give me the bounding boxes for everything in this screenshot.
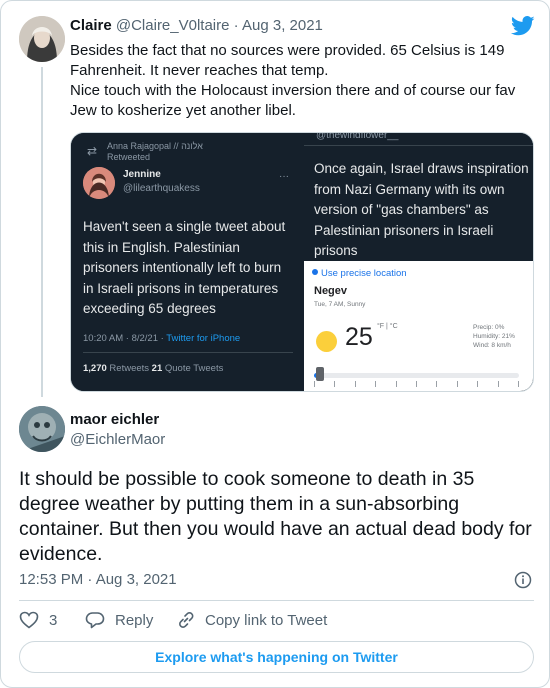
action-separator xyxy=(19,600,534,601)
inner-tweet-text: Haven't seen a single tweet about this i… xyxy=(83,219,286,316)
hour-slider-tick xyxy=(355,381,356,387)
inner-author-name: Jennine xyxy=(123,169,161,180)
hour-slider-tick xyxy=(477,381,478,387)
main-tweet-text: It should be possible to cook someone to… xyxy=(19,468,532,565)
copy-link-label: Copy link to Tweet xyxy=(205,611,328,629)
hour-slider-track xyxy=(314,373,519,378)
retweets-label: Retweets xyxy=(106,363,152,374)
maor-avatar[interactable] xyxy=(19,406,65,452)
weather-units: °F | °C xyxy=(377,323,398,330)
sun-icon xyxy=(316,331,337,352)
heart-icon xyxy=(19,611,39,629)
reply-icon xyxy=(85,612,105,629)
like-button[interactable]: 3 xyxy=(19,611,57,629)
hour-slider-tick xyxy=(334,381,335,387)
link-icon xyxy=(179,612,194,628)
weather-stats: Precip: 0% Humidity: 21% Wind: 8 km/h xyxy=(473,323,515,350)
media-left-screenshot[interactable]: ⇄ Anna Rajagopal // אלונה Retweeted Jenn… xyxy=(71,133,302,391)
hour-slider-tick xyxy=(375,381,376,387)
retweets-count: 1,270 xyxy=(83,363,107,374)
quotes-count: 21 xyxy=(151,363,163,374)
thread-connector-line xyxy=(41,67,43,397)
main-handle[interactable]: @EichlerMaor xyxy=(70,431,165,448)
parent-display-name[interactable]: Claire xyxy=(70,17,112,34)
hour-slider-tick xyxy=(396,381,397,387)
retweeter-name: Anna Rajagopal // אלונה xyxy=(107,141,203,151)
hour-slider-tick xyxy=(498,381,499,387)
main-tweet-timestamp[interactable]: 12:53 PM · Aug 3, 2021 xyxy=(19,571,177,588)
weather-precip: Precip: 0% xyxy=(473,324,505,331)
inner-time-value: 10:20 AM · 8/2/21 · xyxy=(83,333,167,344)
copy-link-button[interactable]: Copy link to Tweet xyxy=(177,611,327,629)
inner-client: Twitter for iPhone xyxy=(166,333,241,344)
weather-wind: Wind: 8 km/h xyxy=(473,342,511,349)
like-count: 3 xyxy=(49,611,58,629)
precise-location-link: Use precise location xyxy=(312,268,407,279)
right-divider xyxy=(304,145,533,146)
retweeted-label: Retweeted xyxy=(107,152,151,162)
hour-slider-tick xyxy=(416,381,417,387)
info-icon[interactable] xyxy=(514,571,532,589)
embedded-tweet-card: Claire @Claire_V0ltaire · Aug 3, 2021 Be… xyxy=(0,0,550,688)
quotes-label: Quote Tweets xyxy=(162,363,224,374)
hour-slider-ticks xyxy=(314,381,519,389)
weather-subtitle: Tue, 7 AM, Sunny xyxy=(314,301,366,308)
weather-temperature: 25 xyxy=(345,323,373,351)
header-separator: · xyxy=(229,17,242,34)
parent-date[interactable]: Aug 3, 2021 xyxy=(242,17,323,34)
jennine-avatar xyxy=(83,167,115,199)
parent-tweet-header[interactable]: Claire @Claire_V0ltaire · Aug 3, 2021 xyxy=(70,17,323,34)
inner-divider xyxy=(83,352,293,353)
hour-slider-tick xyxy=(457,381,458,387)
hour-slider-tick xyxy=(518,381,519,387)
parent-handle[interactable]: @Claire_V0ltaire xyxy=(116,17,230,34)
weather-place: Negev xyxy=(314,285,348,297)
parent-tweet-text: Besides the fact that no sources were pr… xyxy=(70,42,516,119)
main-display-name[interactable]: maor eichler xyxy=(70,411,159,428)
retweeted-by: Anna Rajagopal // אלונה Retweeted xyxy=(107,141,203,163)
tweet-media-grid[interactable]: ⇄ Anna Rajagopal // אלונה Retweeted Jenn… xyxy=(70,132,534,392)
explore-twitter-button[interactable]: Explore what's happening on Twitter xyxy=(19,641,534,673)
location-dot-icon xyxy=(312,269,318,275)
weather-humidity: Humidity: 21% xyxy=(473,333,515,340)
reply-button[interactable]: Reply xyxy=(85,611,153,629)
reply-label: Reply xyxy=(115,611,154,629)
media-right-screenshot[interactable]: @thewindflower__ Once again, Israel draw… xyxy=(304,132,533,391)
more-icon: ··· xyxy=(279,171,289,182)
inner-tweet-stats: 1,270 Retweets 21 Quote Tweets xyxy=(83,363,223,374)
claire-avatar[interactable] xyxy=(19,16,65,62)
right-tweet-text: Once again, Israel draws inspiration fro… xyxy=(314,161,529,258)
weather-widget: Use precise location Negev Tue, 7 AM, Su… xyxy=(304,261,533,391)
twitter-bird-icon[interactable] xyxy=(511,16,535,36)
inner-tweet-time: 10:20 AM · 8/2/21 · Twitter for iPhone xyxy=(83,333,240,344)
hour-slider-tick xyxy=(314,381,315,387)
hour-slider-tick xyxy=(436,381,437,387)
inner-author-handle: @lilearthquakess xyxy=(123,183,200,194)
location-link-label: Use precise location xyxy=(321,268,407,279)
right-author-handle: @thewindflower__ xyxy=(316,132,399,141)
retweet-icon: ⇄ xyxy=(87,144,98,158)
hour-slider-thumb xyxy=(316,367,324,381)
explore-label: Explore what's happening on Twitter xyxy=(155,649,398,665)
